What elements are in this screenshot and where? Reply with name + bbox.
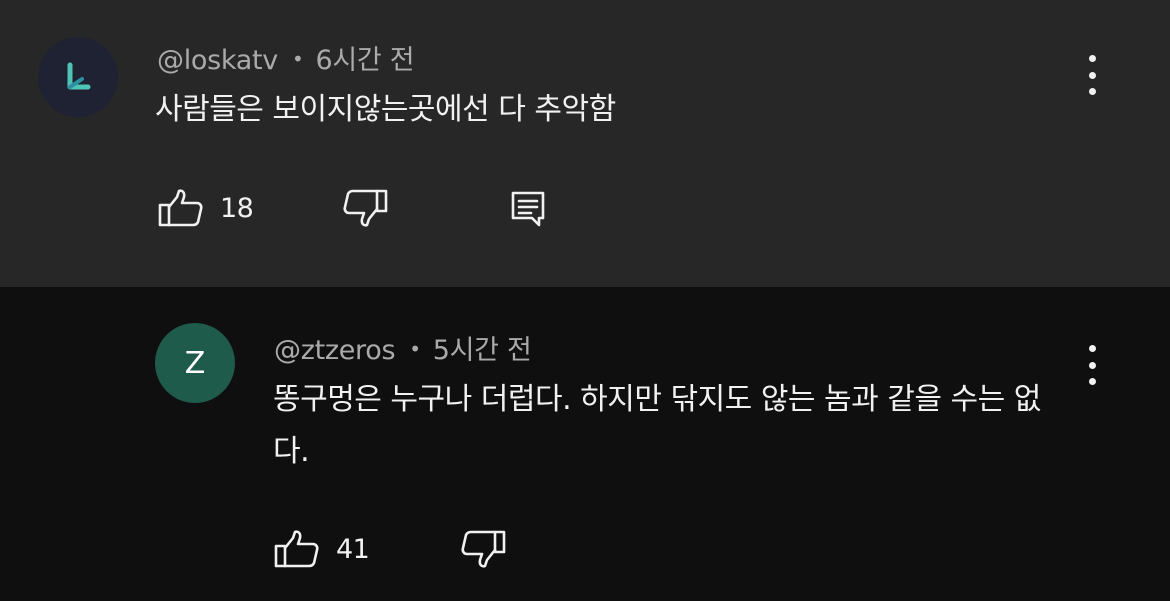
like-count: 41 bbox=[336, 533, 370, 565]
comment-meta: @ztzeros • 5시간 전 bbox=[274, 328, 532, 367]
reply-comment-icon bbox=[511, 191, 545, 227]
reply-button[interactable] bbox=[509, 188, 549, 228]
more-options-icon[interactable] bbox=[1080, 345, 1104, 385]
dislike-button[interactable] bbox=[340, 188, 388, 228]
dislike-button[interactable] bbox=[458, 529, 506, 569]
comment-item: @loskatv • 6시간 전 사람들은 보이지않는곳에선 다 추악함 18 bbox=[0, 0, 1170, 287]
avatar[interactable]: Z bbox=[155, 323, 235, 403]
username[interactable]: @loskatv bbox=[157, 45, 278, 76]
like-count: 18 bbox=[220, 192, 254, 224]
more-options-icon[interactable] bbox=[1080, 55, 1104, 95]
separator-dot: • bbox=[409, 337, 421, 361]
thumbs-down-icon bbox=[461, 530, 506, 568]
thumbs-up-icon bbox=[158, 189, 203, 227]
thumbs-down-icon bbox=[343, 189, 388, 227]
thumbs-up-icon bbox=[274, 530, 319, 568]
separator-dot: • bbox=[291, 47, 304, 71]
username[interactable]: @ztzeros bbox=[274, 335, 396, 366]
avatar-letter: Z bbox=[184, 345, 206, 381]
reply-comment-item: Z @ztzeros • 5시간 전 똥구멍은 누구나 더럽다. 하지만 닦지도 않… bbox=[0, 287, 1170, 601]
timestamp[interactable]: 5시간 전 bbox=[433, 335, 532, 366]
like-button[interactable]: 18 bbox=[158, 188, 254, 228]
avatar[interactable] bbox=[38, 37, 118, 117]
timestamp[interactable]: 6시간 전 bbox=[315, 45, 414, 76]
comment-meta: @loskatv • 6시간 전 bbox=[157, 38, 415, 77]
like-button[interactable]: 41 bbox=[274, 529, 370, 569]
comment-text: 사람들은 보이지않는곳에선 다 추악함 bbox=[155, 92, 616, 127]
stylized-l-logo-icon bbox=[67, 62, 91, 90]
comment-text: 똥구멍은 누구나 더럽다. 하지만 닦지도 않는 놈과 같을 수는 없다. bbox=[273, 382, 1041, 469]
